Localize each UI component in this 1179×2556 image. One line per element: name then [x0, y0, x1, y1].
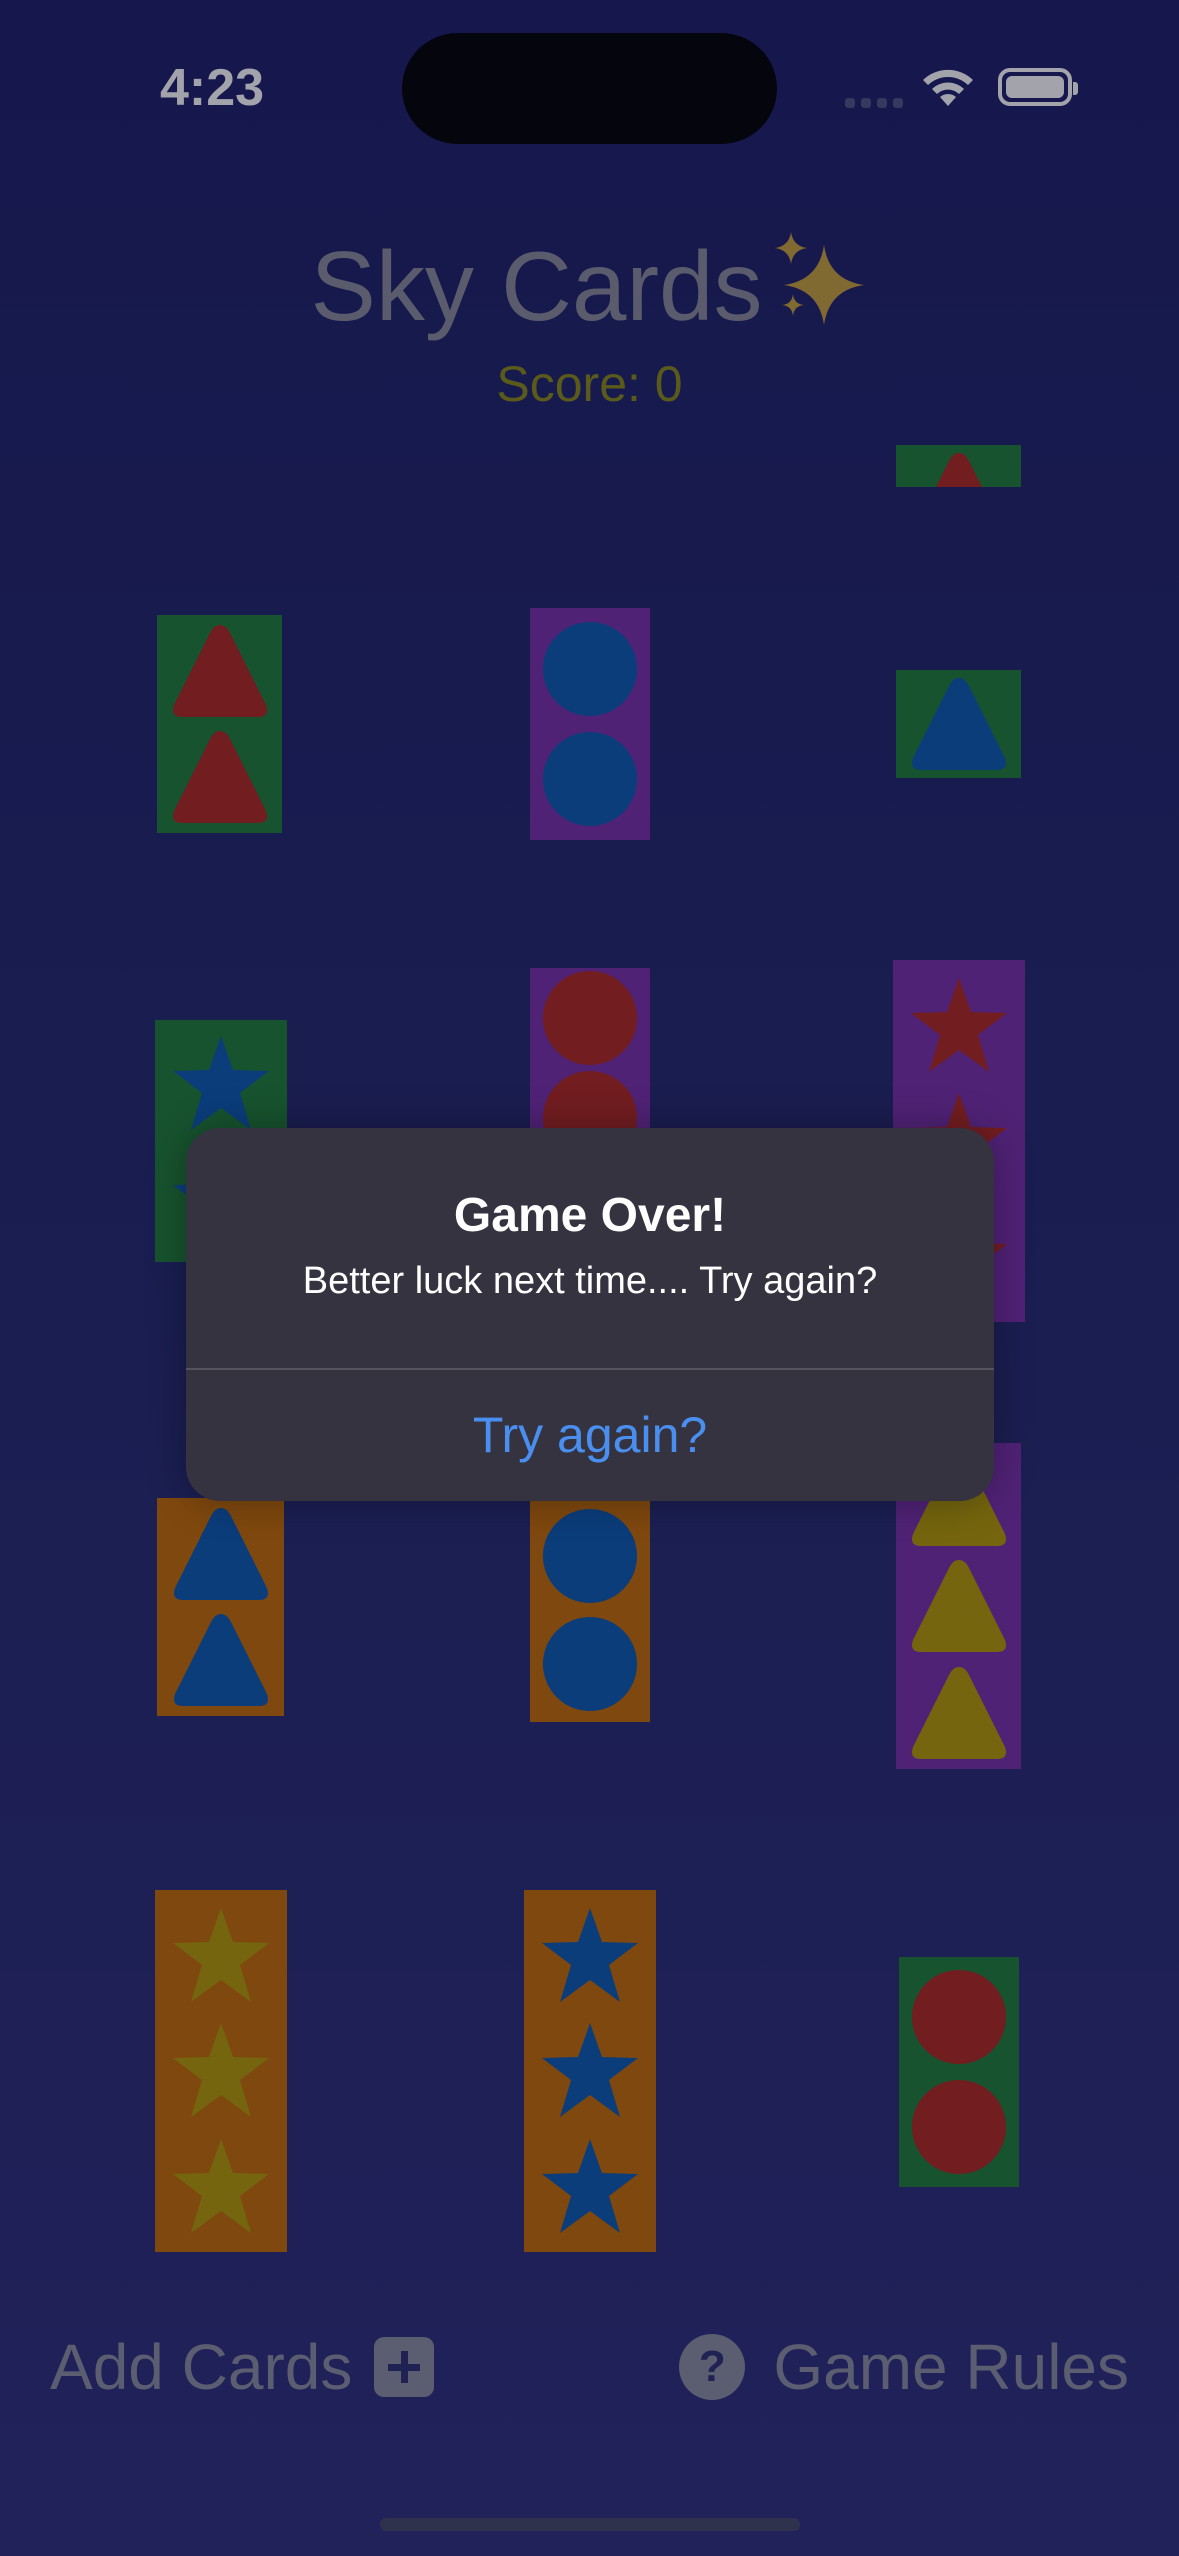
alert-message: Better luck next time.... Try again? [302, 1260, 878, 1302]
game-over-alert: Game Over! Better luck next time.... Try… [186, 1128, 994, 1501]
alert-title: Game Over! [453, 1189, 727, 1242]
try-again-button[interactable]: Try again? [186, 1370, 994, 1501]
